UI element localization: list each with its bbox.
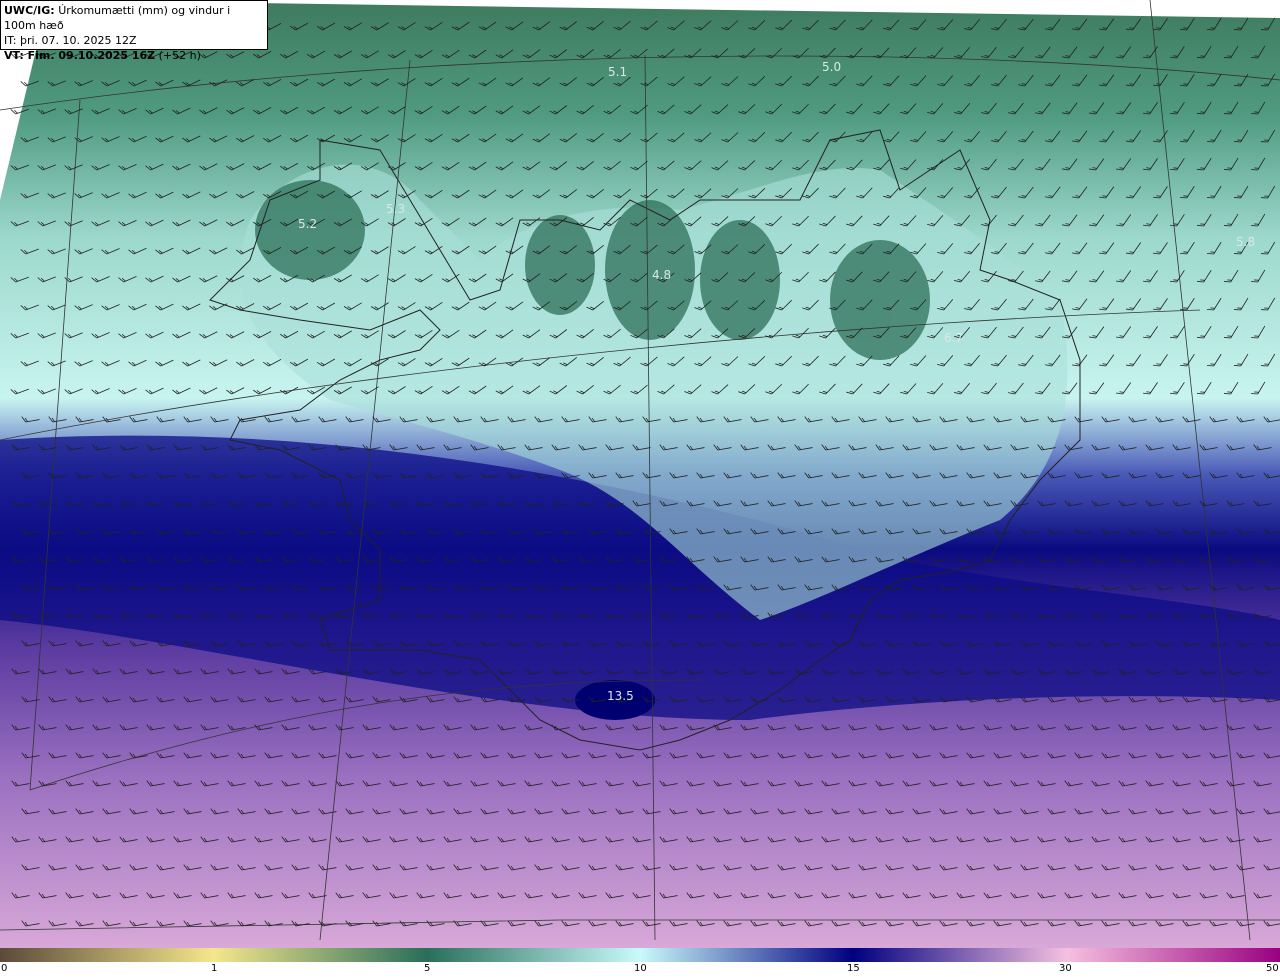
value-label: 6.7 bbox=[944, 331, 963, 345]
product-code: UWC/IG: bbox=[4, 4, 55, 17]
value-label: 5.0 bbox=[822, 60, 841, 74]
colorbar-tick: 15 bbox=[847, 963, 860, 974]
value-label: 5.8 bbox=[1236, 235, 1255, 249]
colorbar-tick: 30 bbox=[1059, 963, 1072, 974]
value-label: 5.3 bbox=[386, 202, 405, 216]
value-label: 5.1 bbox=[608, 65, 627, 79]
initial-time: IT: þri. 07. 10. 2025 12Z bbox=[4, 34, 137, 47]
value-label: 13.5 bbox=[607, 689, 634, 703]
colorbar-tick: 10 bbox=[634, 963, 647, 974]
map-info-box: UWC/IG: Úrkomumætti (mm) og vindur i 100… bbox=[0, 0, 268, 62]
title-line: UWC/IG: Úrkomumætti (mm) og vindur i 100… bbox=[4, 3, 264, 33]
value-label: 5.2 bbox=[298, 217, 317, 231]
colorbar bbox=[0, 948, 1280, 962]
valid-time: VT: Fim. 09.10.2025 16Z bbox=[4, 49, 156, 62]
colorbar-tick: 0 bbox=[1, 963, 8, 974]
colorbar-tick: 50 bbox=[1266, 963, 1279, 974]
colorbar-tick: 5 bbox=[424, 963, 431, 974]
colorbar-tick: 1 bbox=[211, 963, 218, 974]
colorbar-ticks: 0 1 5 10 15 30 50 bbox=[0, 962, 1280, 978]
weather-map: 5.1 5.0 5.3 5.2 4.8 5.8 6.7 13.5 bbox=[0, 0, 1280, 948]
lead-time: (+52 h) bbox=[158, 49, 201, 62]
value-label: 4.8 bbox=[652, 268, 671, 282]
valid-time-line: VT: Fim. 09.10.2025 16Z (+52 h) bbox=[4, 48, 264, 63]
